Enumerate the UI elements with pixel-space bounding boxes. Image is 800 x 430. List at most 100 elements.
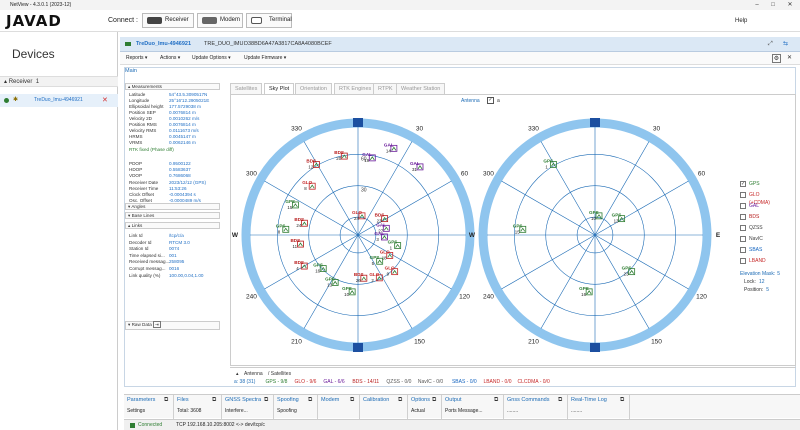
widget-modem[interactable]: Modem ⧉ [318, 395, 360, 419]
device-list-item[interactable]: ✱ TreDuo_Imu-4946921 ✕ [0, 94, 118, 107]
sky-plot-antenna-b: N3060E120150S210240W300330GPS10GPS23GPS1… [469, 118, 721, 352]
open-icon[interactable]: ⧉ [264, 397, 268, 404]
legend-checkbox[interactable] [740, 258, 746, 264]
tab-rtk-engines[interactable]: RTK Engines [334, 83, 377, 94]
menu-actions[interactable]: Actions ▾ [160, 52, 180, 65]
open-icon[interactable]: ⧉ [432, 397, 436, 404]
open-icon[interactable]: ⧉ [398, 397, 402, 404]
legend-checkbox[interactable]: ✓ [740, 181, 746, 187]
minimize-button[interactable]: – [750, 0, 764, 10]
widget-title: Options [411, 397, 430, 403]
help-menu[interactable]: Help [735, 18, 747, 24]
signal-icon [293, 203, 298, 208]
open-icon[interactable]: ⧉ [620, 397, 624, 404]
widget-real-time-log[interactable]: Real-Time Log ⧉........ [568, 395, 630, 419]
connect-terminal-button[interactable]: Terminal [246, 13, 292, 28]
elevation-label: 30 [361, 188, 367, 194]
signal-icon [349, 290, 355, 295]
satellite-number: 5 [372, 261, 375, 266]
lock-mask-row: Lock: 12 [744, 278, 765, 286]
raw-data-header[interactable]: ▾ Raw Data ⇥ [125, 321, 220, 330]
view-tabs: Satellites Sky Plot Orientation RTK Engi… [230, 83, 790, 94]
menu-reports[interactable]: Reports ▾ [126, 52, 147, 65]
expand-icon[interactable]: ⤢ [768, 37, 773, 52]
menu-update-options[interactable]: Update Options ▾ [192, 52, 231, 65]
tab-sky-plot[interactable]: Sky Plot [264, 83, 295, 94]
open-icon[interactable]: ⧉ [212, 397, 216, 404]
tab-orientation[interactable]: Orientation [295, 83, 332, 94]
widget-files[interactable]: Files ⧉ Total: 3608 [174, 395, 222, 419]
satellite-number: 12 [308, 164, 313, 169]
status-bar: Connected TCP 192.168.10.205:8002 <-> de… [124, 419, 800, 430]
satellite-number: 13 [614, 219, 619, 224]
satellite-system-label: GPS [612, 213, 622, 218]
remove-device-icon[interactable]: ✕ [102, 94, 108, 107]
signal-icon [417, 165, 423, 170]
constellation-count: GAL - 6/6 [323, 379, 345, 385]
open-icon[interactable]: ⧉ [308, 397, 312, 404]
legend-checkbox[interactable] [740, 225, 746, 231]
tools-icon[interactable]: ⚙ [772, 54, 781, 63]
angles-header[interactable]: ▾ Angles [125, 203, 220, 210]
close-device-icon[interactable]: ✕ [787, 52, 792, 65]
widget-options[interactable]: Options ⧉ Actual [408, 395, 442, 419]
widget-content: ........ [507, 408, 519, 414]
legend-checkbox[interactable] [740, 247, 746, 253]
link-key: Station Id [129, 246, 149, 252]
azimuth-label: 150 [651, 339, 662, 346]
constellation-count: SBAS - 0/0 [451, 379, 477, 385]
tab-weather-station[interactable]: Weather Station [396, 83, 446, 94]
signal-icon [395, 243, 400, 248]
satellite-number: 31 [412, 167, 417, 172]
satellite-number: 3 [376, 237, 379, 242]
widget-parameters[interactable]: Parameters ⧉ Settings [124, 395, 174, 419]
measurement-key: VRMS [129, 140, 143, 145]
connect-receiver-button[interactable]: Receiver [142, 13, 194, 28]
azimuth-label: 30 [416, 125, 424, 132]
satellite-number: 8 [278, 229, 281, 234]
measurements-header[interactable]: ▴ Measurements [125, 83, 220, 90]
close-window-button[interactable]: ✕ [783, 0, 797, 10]
azimuth-label: 240 [483, 294, 494, 301]
window-title: NetView - 4.3.0.1 (2023-12) [0, 0, 800, 10]
widget-output[interactable]: Output ⧉ Ports Message... [442, 395, 504, 419]
baselines-header[interactable]: ▾ Base Lines [125, 212, 220, 219]
legend-label: GPS [749, 181, 760, 187]
connect-modem-button[interactable]: Modem [197, 13, 243, 28]
tab-satellites[interactable]: Satellites [230, 83, 263, 94]
open-icon[interactable]: ⧉ [494, 397, 498, 404]
signal-icon [302, 221, 307, 226]
azimuth-line [594, 234, 650, 329]
widget-gnss-commands[interactable]: Gnss Commands ⧉........ [504, 395, 568, 419]
dop-key: VDOP [129, 173, 143, 178]
sky-plot-antenna-a: N3060E120150S210240W3003303060GLO24GLO9G… [232, 118, 484, 352]
swap-icon[interactable]: ⇆ [783, 37, 788, 52]
satellite-number: 15 [515, 229, 520, 234]
receiver-small-icon [125, 42, 131, 46]
azimuth-label: 330 [291, 125, 302, 132]
widget-calibration[interactable]: Calibration ⧉ [360, 395, 408, 419]
tab-rtpk[interactable]: RTPK [373, 83, 398, 94]
sky-plot-svg: N3060E120150S210240W3003303060GLO24GLO9G… [232, 118, 721, 352]
legend-checkbox[interactable] [740, 192, 746, 198]
legend-checkbox[interactable] [740, 236, 746, 242]
connect-label: Connect : [108, 17, 138, 24]
maximize-button[interactable]: □ [766, 0, 780, 10]
open-icon[interactable]: ⧉ [558, 397, 562, 404]
widget-gnss-spectra[interactable]: GNSS Spectra ⧉ Interfere... [222, 395, 274, 419]
azimuth-label: E [716, 232, 721, 239]
collapse-icon-bottom[interactable]: ▴ [236, 371, 239, 377]
links-header[interactable]: ▴ Links [125, 222, 220, 229]
azimuth-line [303, 141, 359, 236]
menu-update-firmware[interactable]: Update Firmware ▾ [244, 52, 286, 65]
open-icon[interactable]: ⧉ [350, 397, 354, 404]
receiver-group[interactable]: ▴ Receiver 1 [0, 76, 118, 87]
satellite-system-label: BDS [334, 150, 344, 155]
legend-checkbox[interactable] [740, 214, 746, 220]
raw-data-button[interactable]: ⇥ [153, 321, 161, 328]
legend-checkbox[interactable] [740, 203, 746, 209]
widget-spoofing[interactable]: Spoofing ⧉ Spoofing [274, 395, 318, 419]
link-key: Decoder Id [129, 239, 152, 245]
open-icon[interactable]: ⧉ [164, 397, 168, 404]
devices-panel [0, 32, 118, 430]
